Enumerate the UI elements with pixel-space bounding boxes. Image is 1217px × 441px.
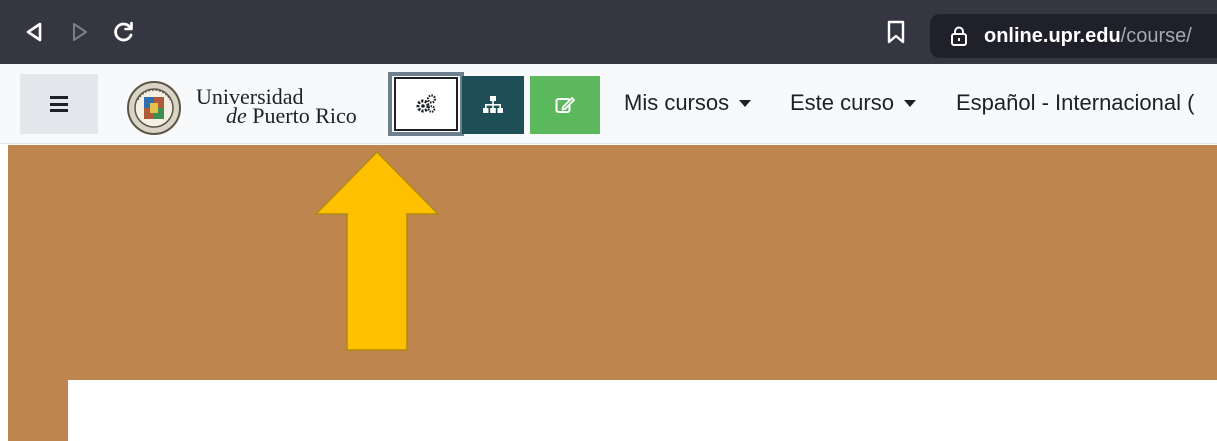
reload-icon[interactable] bbox=[110, 18, 138, 46]
forward-triangle-icon[interactable] bbox=[66, 18, 94, 46]
menu-language[interactable]: Español - Internacional ( bbox=[956, 90, 1194, 116]
logo-text-line2: de Puerto Rico bbox=[226, 103, 357, 129]
lock-icon bbox=[950, 26, 968, 46]
address-bar[interactable]: online.upr.edu/course/ bbox=[930, 14, 1217, 58]
edit-mode-button[interactable] bbox=[530, 76, 600, 134]
university-seal-icon bbox=[127, 81, 181, 135]
drawer-toggle-button[interactable] bbox=[20, 74, 98, 134]
menu-mis-cursos[interactable]: Mis cursos bbox=[624, 90, 752, 116]
sitemap-button[interactable] bbox=[462, 76, 524, 134]
annotation-up-arrow-icon bbox=[314, 150, 440, 351]
logo-text-de: de bbox=[226, 103, 247, 128]
url-domain: online.upr.edu bbox=[984, 24, 1121, 47]
menu-language-label: Español - Internacional ( bbox=[956, 90, 1195, 115]
page-left-edge bbox=[0, 145, 8, 441]
menu-este-curso-label: Este curso bbox=[790, 90, 894, 115]
url-path: /course/ bbox=[1120, 24, 1192, 47]
sitemap-icon bbox=[483, 96, 503, 113]
edit-icon bbox=[555, 97, 575, 113]
gears-icon bbox=[416, 94, 437, 113]
caret-down-icon bbox=[903, 99, 916, 107]
caret-down-icon bbox=[739, 99, 752, 107]
back-triangle-icon[interactable] bbox=[20, 18, 48, 46]
site-navbar: Universidad de Puerto Rico Mis cursos Es… bbox=[0, 64, 1217, 144]
browser-toolbar: online.upr.edu/course/ bbox=[0, 0, 1217, 64]
menu-mis-cursos-label: Mis cursos bbox=[624, 90, 730, 115]
course-content-card bbox=[68, 380, 1217, 441]
settings-gears-button[interactable] bbox=[388, 72, 464, 136]
bookmark-icon[interactable] bbox=[885, 20, 907, 44]
menu-este-curso[interactable]: Este curso bbox=[790, 90, 916, 116]
settings-gears-button-focus bbox=[394, 77, 458, 131]
hamburger-icon bbox=[50, 96, 68, 112]
university-logo[interactable]: Universidad de Puerto Rico bbox=[126, 78, 376, 135]
logo-text-puerto-rico: Puerto Rico bbox=[246, 103, 357, 128]
